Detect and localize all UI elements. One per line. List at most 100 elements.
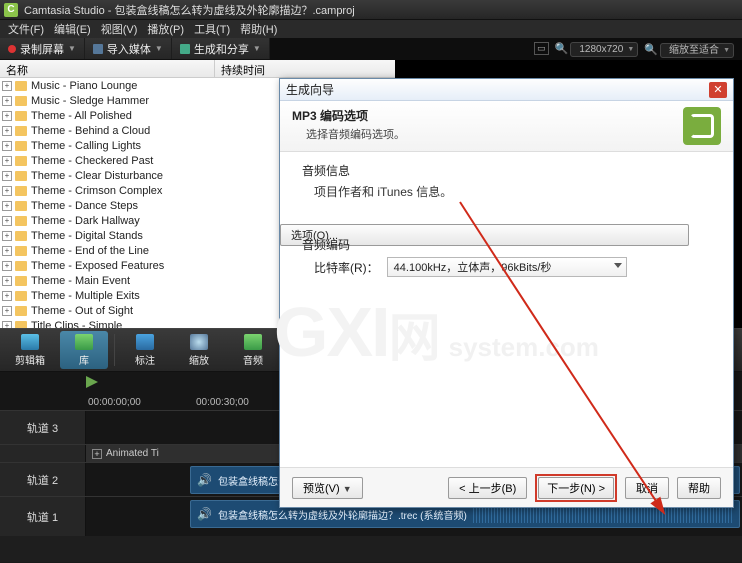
bin-header: 名称 持续时间 bbox=[0, 60, 395, 78]
folder-icon bbox=[15, 261, 27, 271]
tab-audio[interactable]: 音频 bbox=[229, 331, 277, 369]
expand-icon[interactable]: + bbox=[2, 156, 12, 166]
item-label: Music - Piano Lounge bbox=[31, 80, 137, 92]
expand-icon[interactable]: + bbox=[2, 141, 12, 151]
menu-tools[interactable]: 工具(T) bbox=[190, 21, 234, 37]
tab-zoom[interactable]: 缩放 bbox=[175, 331, 223, 369]
menu-file[interactable]: 文件(F) bbox=[4, 21, 48, 37]
track-label[interactable]: 轨道 1 bbox=[0, 497, 86, 536]
expand-icon[interactable]: + bbox=[2, 246, 12, 256]
folder-icon bbox=[15, 276, 27, 286]
tab-callouts[interactable]: 标注 bbox=[121, 331, 169, 369]
library-icon bbox=[75, 334, 93, 350]
time-marker: 00:00:00;00 bbox=[88, 397, 141, 408]
folder-icon bbox=[15, 321, 27, 329]
window-title-bar: C Camtasia Studio - 包装盒线稿怎么转为虚线及外轮廓描边？.c… bbox=[0, 0, 742, 20]
back-button[interactable]: < 上一步(B) bbox=[448, 477, 527, 499]
expand-icon[interactable]: + bbox=[2, 306, 12, 316]
produce-share-button[interactable]: 生成和分享 ▼ bbox=[172, 38, 270, 59]
expand-icon[interactable]: + bbox=[2, 81, 12, 91]
expand-icon[interactable]: + bbox=[2, 276, 12, 286]
production-wizard-dialog: 生成向导 ✕ MP3 编码选项 选择音频编码选项。 GXI网system.com… bbox=[279, 78, 734, 508]
zoom-icon: 🔍 bbox=[644, 44, 658, 56]
import-media-button[interactable]: 导入媒体 ▼ bbox=[85, 38, 172, 59]
expand-icon[interactable]: + bbox=[2, 321, 12, 329]
expand-icon[interactable]: + bbox=[2, 291, 12, 301]
folder-icon bbox=[15, 231, 27, 241]
menu-play[interactable]: 播放(P) bbox=[143, 21, 188, 37]
item-label: Music - Sledge Hammer bbox=[31, 95, 149, 107]
menu-view[interactable]: 视图(V) bbox=[97, 21, 142, 37]
expand-icon[interactable]: + bbox=[2, 96, 12, 106]
audio-encoding-group: 音频编码 比特率(R)： 44.100kHz，立体声，96kBits/秒 bbox=[302, 236, 711, 277]
item-label: Theme - Behind a Cloud bbox=[31, 125, 150, 137]
folder-icon bbox=[15, 186, 27, 196]
item-label: Theme - Out of Sight bbox=[31, 305, 133, 317]
folder-icon bbox=[15, 216, 27, 226]
item-label: Theme - Main Event bbox=[31, 275, 130, 287]
folder-icon bbox=[15, 171, 27, 181]
folder-icon bbox=[15, 246, 27, 256]
item-label: Theme - Digital Stands bbox=[31, 230, 143, 242]
import-label: 导入媒体 bbox=[107, 41, 151, 57]
item-label: Theme - Dark Hallway bbox=[31, 215, 140, 227]
fullscreen-icon[interactable]: ▭ bbox=[534, 42, 549, 55]
app-logo-icon: C bbox=[4, 3, 18, 17]
bitrate-select[interactable]: 44.100kHz，立体声，96kBits/秒 bbox=[387, 257, 627, 277]
expand-icon[interactable]: + bbox=[2, 261, 12, 271]
folder-icon bbox=[15, 81, 27, 91]
zoom-tool-icon bbox=[190, 334, 208, 350]
expand-icon[interactable]: + bbox=[92, 449, 102, 459]
expand-icon[interactable]: + bbox=[2, 171, 12, 181]
expand-icon[interactable]: + bbox=[2, 201, 12, 211]
clip-title: 包装盒线稿怎么转为虚线及外轮廓描边？.trec (系统音频) bbox=[218, 507, 467, 522]
preview-button[interactable]: 预览(V) ▼ bbox=[292, 477, 363, 499]
next-button-highlight: 下一步(N) > bbox=[535, 474, 617, 502]
expand-icon[interactable]: + bbox=[2, 216, 12, 226]
produce-icon bbox=[180, 44, 190, 54]
expand-icon[interactable]: + bbox=[2, 186, 12, 196]
item-label: Theme - Calling Lights bbox=[31, 140, 141, 152]
track-label[interactable]: 轨道 3 bbox=[0, 411, 86, 444]
cancel-button[interactable]: 取消 bbox=[625, 477, 669, 499]
dialog-title-bar[interactable]: 生成向导 ✕ bbox=[280, 79, 733, 101]
folder-icon bbox=[15, 141, 27, 151]
tab-clipbin[interactable]: 剪辑箱 bbox=[6, 331, 54, 369]
audio-info-group: 音频信息 项目作者和 iTunes 信息。 bbox=[302, 162, 711, 200]
menu-edit[interactable]: 编辑(E) bbox=[50, 21, 95, 37]
help-button[interactable]: 帮助 bbox=[677, 477, 721, 499]
record-label: 录制屏幕 bbox=[20, 41, 64, 57]
watermark: GXI网system.com bbox=[274, 292, 599, 372]
item-label: Theme - Clear Disturbance bbox=[31, 170, 163, 182]
dialog-header: MP3 编码选项 选择音频编码选项。 bbox=[280, 101, 733, 152]
playhead-icon[interactable] bbox=[86, 376, 98, 388]
item-label: Theme - All Polished bbox=[31, 110, 132, 122]
dialog-body: GXI网system.com 音频信息 项目作者和 iTunes 信息。 选项(… bbox=[280, 152, 733, 467]
canvas-dimensions[interactable]: 1280x720▼ bbox=[570, 42, 638, 57]
item-label: Theme - Exposed Features bbox=[31, 260, 164, 272]
expand-icon[interactable]: + bbox=[2, 111, 12, 121]
menu-bar: 文件(F) 编辑(E) 视图(V) 播放(P) 工具(T) 帮助(H) bbox=[0, 20, 742, 38]
record-screen-button[interactable]: 录制屏幕 ▼ bbox=[0, 38, 85, 59]
track-label[interactable]: 轨道 2 bbox=[0, 463, 86, 496]
dialog-title: 生成向导 bbox=[286, 81, 709, 98]
next-button[interactable]: 下一步(N) > bbox=[538, 477, 614, 499]
menu-help[interactable]: 帮助(H) bbox=[236, 21, 281, 37]
time-marker: 00:00:30;00 bbox=[196, 397, 249, 408]
col-name[interactable]: 名称 bbox=[0, 60, 215, 77]
canvas-zoom[interactable]: 缩放至适合▼ bbox=[660, 43, 734, 58]
col-duration[interactable]: 持续时间 bbox=[215, 60, 395, 77]
folder-icon bbox=[15, 126, 27, 136]
bitrate-value: 44.100kHz，立体声，96kBits/秒 bbox=[394, 259, 552, 275]
close-button[interactable]: ✕ bbox=[709, 82, 727, 98]
import-icon bbox=[93, 44, 103, 54]
expand-icon[interactable]: + bbox=[2, 231, 12, 241]
search-icon: 🔍 bbox=[555, 43, 569, 55]
camtasia-logo-icon bbox=[683, 107, 721, 145]
info-text: 项目作者和 iTunes 信息。 bbox=[314, 183, 711, 200]
tab-library[interactable]: 库 bbox=[60, 331, 108, 369]
expand-icon[interactable]: + bbox=[2, 126, 12, 136]
dialog-subheading: 选择音频编码选项。 bbox=[306, 126, 683, 142]
callouts-icon bbox=[136, 334, 154, 350]
folder-icon bbox=[15, 201, 27, 211]
